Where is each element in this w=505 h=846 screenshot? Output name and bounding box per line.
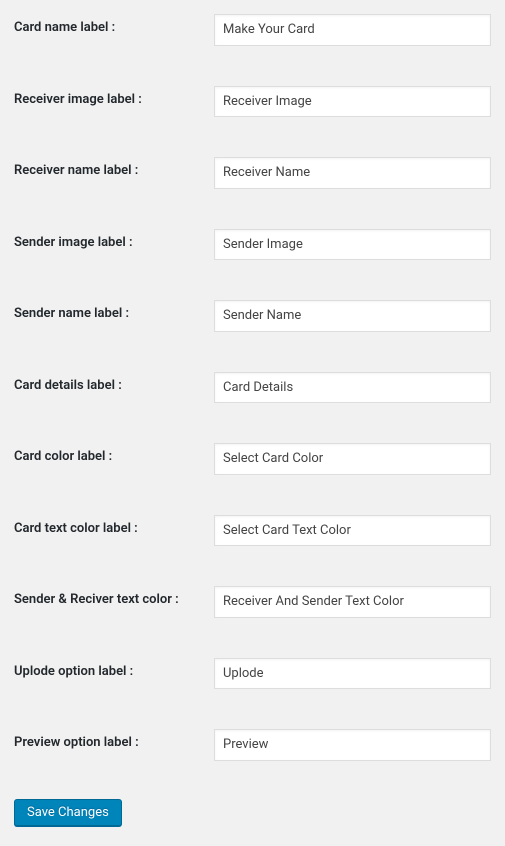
field-row: Card details label :: [14, 372, 491, 404]
field-input-wrap: [214, 229, 491, 261]
field-row: Card name label :: [14, 14, 491, 46]
save-changes-button[interactable]: Save Changes: [14, 799, 122, 826]
field-label: Sender & Reciver text color :: [14, 586, 214, 607]
field-input-wrap: [214, 157, 491, 189]
field-input-wrap: [214, 372, 491, 404]
upload-option-label-input[interactable]: [214, 658, 491, 690]
field-input-wrap: [214, 86, 491, 118]
field-label: Receiver image label :: [14, 86, 214, 107]
field-row: Card color label :: [14, 443, 491, 475]
field-row: Uplode option label :: [14, 658, 491, 690]
field-row: Preview option label :: [14, 729, 491, 761]
receiver-name-label-input[interactable]: [214, 157, 491, 189]
field-label: Uplode option label :: [14, 658, 214, 679]
field-input-wrap: [214, 586, 491, 618]
field-label: Card name label :: [14, 14, 214, 35]
field-input-wrap: [214, 515, 491, 547]
field-row: Receiver image label :: [14, 86, 491, 118]
field-row: Sender name label :: [14, 300, 491, 332]
field-row: Sender & Reciver text color :: [14, 586, 491, 618]
sender-receiver-text-color-input[interactable]: [214, 586, 491, 618]
field-label: Preview option label :: [14, 729, 214, 750]
field-label: Sender image label :: [14, 229, 214, 250]
preview-option-label-input[interactable]: [214, 729, 491, 761]
field-label: Card color label :: [14, 443, 214, 464]
settings-form: Card name label : Receiver image label :…: [14, 14, 491, 826]
field-input-wrap: [214, 658, 491, 690]
sender-image-label-input[interactable]: [214, 229, 491, 261]
card-details-label-input[interactable]: [214, 372, 491, 404]
field-input-wrap: [214, 443, 491, 475]
submit-row: Save Changes: [14, 799, 491, 826]
sender-name-label-input[interactable]: [214, 300, 491, 332]
receiver-image-label-input[interactable]: [214, 86, 491, 118]
field-label: Sender name label :: [14, 300, 214, 321]
card-text-color-label-input[interactable]: [214, 515, 491, 547]
field-input-wrap: [214, 729, 491, 761]
field-input-wrap: [214, 14, 491, 46]
card-color-label-input[interactable]: [214, 443, 491, 475]
field-label: Card text color label :: [14, 515, 214, 536]
field-label: Receiver name label :: [14, 157, 214, 178]
card-name-label-input[interactable]: [214, 14, 491, 46]
field-input-wrap: [214, 300, 491, 332]
field-label: Card details label :: [14, 372, 214, 393]
field-row: Receiver name label :: [14, 157, 491, 189]
field-row: Sender image label :: [14, 229, 491, 261]
field-row: Card text color label :: [14, 515, 491, 547]
